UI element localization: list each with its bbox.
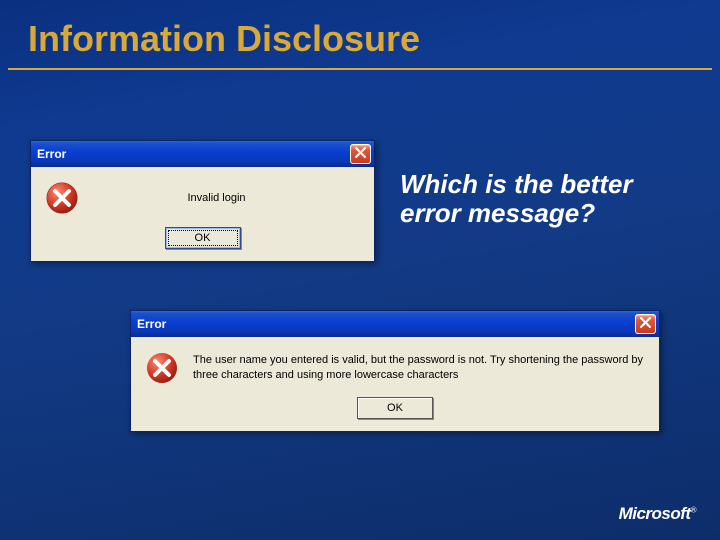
title-bar-text: Error — [137, 317, 166, 331]
close-icon — [355, 145, 366, 163]
title-bar: Error — [131, 311, 659, 337]
close-button[interactable] — [350, 144, 371, 164]
title-bar: Error — [31, 141, 374, 167]
error-icon — [145, 351, 179, 385]
error-icon — [45, 181, 79, 215]
microsoft-logo: Microsoft® — [619, 504, 696, 524]
title-bar-text: Error — [37, 147, 66, 161]
error-dialog-1: Error Invalid login OK — [30, 140, 375, 262]
ok-button[interactable]: OK — [165, 227, 241, 249]
ok-button[interactable]: OK — [357, 397, 433, 419]
dialog-message: Invalid login — [93, 191, 360, 206]
error-dialog-2: Error The user name you entered is valid… — [130, 310, 660, 432]
dialog-message: The user name you entered is valid, but … — [193, 353, 645, 383]
slide-question: Which is the better error message? — [400, 170, 680, 227]
close-icon — [640, 315, 651, 333]
slide-title: Information Disclosure — [8, 0, 712, 70]
close-button[interactable] — [635, 314, 656, 334]
